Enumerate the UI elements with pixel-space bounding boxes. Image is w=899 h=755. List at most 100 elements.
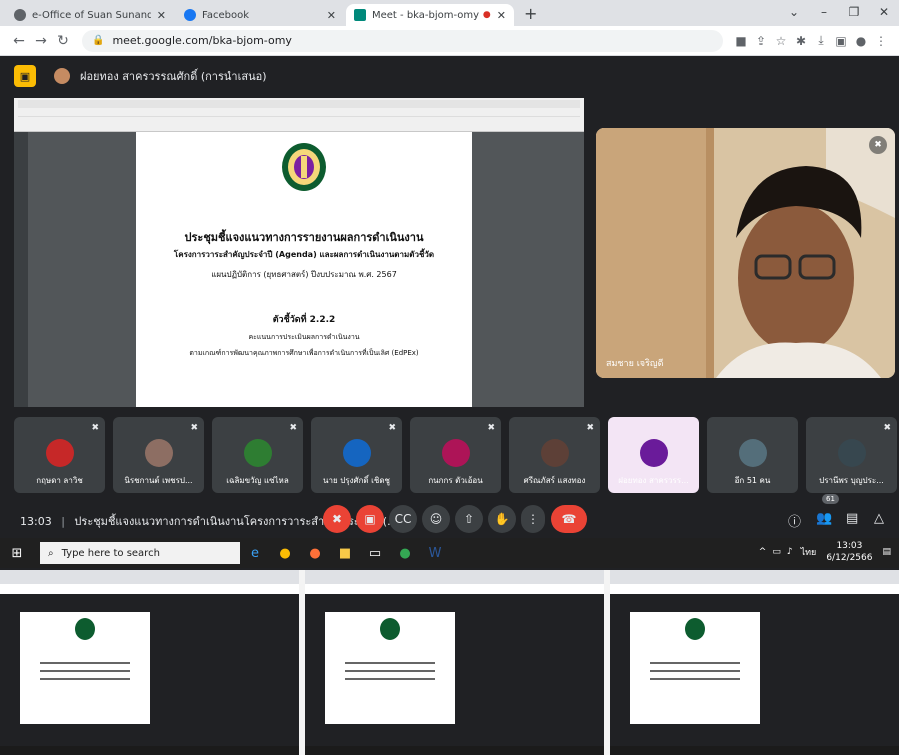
captions-button[interactable]: CC — [389, 505, 417, 533]
active-speaker-tile[interactable]: ✖ สมชาย เจริญดี — [596, 128, 895, 378]
presenter-avatar — [54, 68, 70, 84]
participant-tile[interactable]: ✖ ศรีณภัสร์ แสงทอง — [509, 417, 600, 493]
profile-avatar[interactable]: ● — [851, 34, 871, 48]
window-controls: ⌄ – ❐ ✕ — [779, 0, 899, 24]
chrome-icon[interactable]: ● — [270, 546, 300, 561]
more-options-button[interactable]: ⋮ — [521, 505, 545, 533]
download-icon[interactable]: ⤓ — [811, 33, 831, 48]
mic-off-icon: ✖ — [869, 136, 887, 154]
windows-start-icon[interactable]: ⊞ — [8, 546, 26, 561]
participant-tile[interactable]: ฝอยทอง สาครวรร... — [608, 417, 699, 493]
network-icon[interactable]: ▭ — [772, 547, 781, 557]
minimize-button[interactable]: – — [809, 0, 839, 24]
firefox-icon[interactable]: ● — [300, 546, 330, 561]
mic-off-icon: ✖ — [190, 423, 198, 433]
doc-indicator-desc: คะแนนการประเมินผลการดำเนินงาน — [248, 333, 360, 341]
others-count-label: อีก 51 คน — [734, 476, 771, 485]
tab-title: Facebook — [202, 9, 249, 21]
others-tile[interactable]: อีก 51 คน — [707, 417, 798, 493]
reload-icon[interactable]: ↻ — [52, 33, 74, 49]
input-language[interactable]: ไทย — [801, 545, 817, 559]
recording-dot-icon: ● — [482, 10, 491, 20]
url-text: meet.google.com/bka-bjom-omy — [112, 34, 292, 47]
doc-title: ประชุมชี้แจงแนวทางการรายงานผลการดำเนินงา… — [184, 231, 424, 244]
camera-toggle-button[interactable]: ▣ — [356, 505, 384, 533]
address-bar-row: ← → ↻ 🔒 meet.google.com/bka-bjom-omy ■ ⇪… — [0, 26, 899, 56]
menu-kebab-icon[interactable]: ⋮ — [871, 34, 891, 48]
tab-meet[interactable]: Meet - bka-bjom-omy ● ✕ — [346, 4, 514, 26]
tray-date: 6/12/2566 — [826, 553, 873, 563]
present-button[interactable]: ⇧ — [455, 505, 483, 533]
tray-arrow-icon[interactable]: ^ — [759, 547, 767, 557]
search-placeholder: Type here to search — [61, 547, 160, 559]
activities-icon[interactable]: △ — [874, 511, 884, 526]
speaker-video — [596, 128, 895, 378]
eoffice-favicon-icon — [14, 9, 26, 21]
university-seal-icon — [282, 143, 326, 191]
participant-tile[interactable]: ✖ ปรานีพร บุญประ... — [806, 417, 897, 493]
tab-search-icon[interactable]: ⌄ — [779, 0, 809, 24]
raise-hand-button[interactable]: ✋ — [488, 505, 516, 533]
info-icon[interactable]: ⓘ — [788, 511, 801, 530]
participant-name: กฤษดา ลาวิช — [36, 476, 83, 485]
volume-icon[interactable]: ♪ — [787, 547, 793, 557]
chat-icon[interactable]: ▤ — [846, 511, 858, 526]
mic-off-icon: ✖ — [91, 423, 99, 433]
search-icon: ⌕ — [48, 547, 54, 559]
present-indicator-icon[interactable]: ▣ — [14, 65, 36, 87]
notification-icon[interactable]: ▤ — [882, 547, 891, 557]
forward-icon[interactable]: → — [30, 33, 52, 49]
thumbnail-3 — [610, 570, 899, 755]
participant-avatar — [838, 439, 866, 467]
new-tab-button[interactable]: + — [516, 4, 545, 26]
tab-title: e-Office of Suan Sunandha Rajab — [32, 9, 151, 21]
participant-avatar — [343, 439, 371, 467]
file-explorer-icon[interactable]: ■ — [330, 546, 360, 561]
bookmark-star-icon[interactable]: ☆ — [771, 34, 791, 48]
mic-toggle-button[interactable]: ✖ — [323, 505, 351, 533]
tray-datetime[interactable]: 13:03 6/12/2566 — [826, 540, 872, 564]
screenshot-thumbnails — [0, 570, 899, 755]
close-tab-icon[interactable]: ✕ — [157, 9, 166, 22]
meet-controls-bar: 13:03 | ประชุมชี้แจงแนวทางการดำเนินงานโค… — [0, 494, 899, 538]
tab-title: Meet - bka-bjom-omy — [372, 9, 479, 21]
url-input[interactable]: 🔒 meet.google.com/bka-bjom-omy — [82, 29, 723, 52]
close-tab-icon[interactable]: ✕ — [497, 9, 506, 22]
participant-name: นาย ปรุงศักดิ์ เชิดชู — [323, 476, 390, 485]
back-icon[interactable]: ← — [8, 33, 30, 49]
edge-icon[interactable]: e — [240, 546, 270, 561]
chrome-active-icon[interactable]: ● — [390, 546, 420, 561]
participant-tile[interactable]: ✖ นาย ปรุงศักดิ์ เชิดชู — [311, 417, 402, 493]
participant-avatar — [145, 439, 173, 467]
participant-tile[interactable]: ✖ นิรชกานต์ เพชรป... — [113, 417, 204, 493]
participant-avatar — [442, 439, 470, 467]
participant-tile[interactable]: ✖ เฉลิมขวัญ แซ่ไหล — [212, 417, 303, 493]
people-icon[interactable]: 👥 — [816, 511, 832, 526]
extensions-icon[interactable]: ✱ — [791, 34, 811, 48]
participant-name: เฉลิมขวัญ แซ่ไหล — [226, 476, 289, 485]
close-window-button[interactable]: ✕ — [869, 0, 899, 24]
camera-icon[interactable]: ■ — [731, 34, 751, 48]
taskbar-search-input[interactable]: ⌕ Type here to search — [40, 542, 240, 564]
sidepanel-icon[interactable]: ▣ — [831, 34, 851, 48]
tab-eoffice[interactable]: e-Office of Suan Sunandha Rajab ✕ — [6, 4, 174, 26]
close-tab-icon[interactable]: ✕ — [327, 9, 336, 22]
participant-tile[interactable]: ✖ กนกกร ตัวเอ้อน — [410, 417, 501, 493]
participant-avatar — [244, 439, 272, 467]
share-icon[interactable]: ⇪ — [751, 34, 771, 48]
reactions-button[interactable]: ☺ — [422, 505, 450, 533]
thumbnail-2 — [305, 570, 604, 755]
lock-icon: 🔒 — [92, 35, 105, 46]
participant-avatar — [541, 439, 569, 467]
word-icon[interactable]: W — [420, 546, 450, 561]
participant-name: นิรชกานต์ เพชรป... — [124, 476, 193, 485]
shared-screen: ประชุมชี้แจงแนวทางการรายงานผลการดำเนินงา… — [14, 98, 584, 407]
participant-tile[interactable]: ✖ กฤษดา ลาวิช — [14, 417, 105, 493]
terminal-icon[interactable]: ▭ — [360, 546, 390, 561]
leave-call-button[interactable]: ☎ — [551, 505, 587, 533]
tab-facebook[interactable]: Facebook ✕ — [176, 4, 344, 26]
doc-subtitle-2: แผนปฏิบัติการ (ยุทธศาสตร์) ปีงบประมาณ พ.… — [211, 270, 397, 279]
maximize-button[interactable]: ❐ — [839, 0, 869, 24]
clock-time: 13:03 — [20, 515, 52, 528]
doc-indicator: ตัวชี้วัดที่ 2.2.2 — [272, 315, 336, 325]
